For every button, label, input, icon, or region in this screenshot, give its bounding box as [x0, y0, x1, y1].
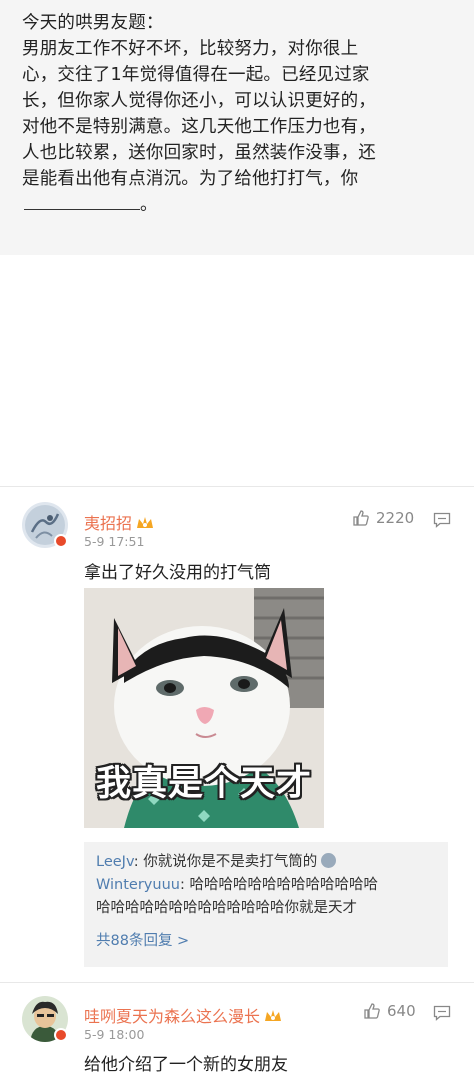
comment-text: 拿出了好久没用的打气筒 [84, 563, 271, 583]
reply-icon[interactable] [433, 512, 451, 528]
reply-item: Winteryuuu: 哈哈哈哈哈哈哈哈哈哈哈哈哈 [96, 874, 436, 897]
question-ending: 。 [140, 195, 158, 215]
like-count: 2220 [376, 509, 415, 527]
like-button[interactable]: 640 [363, 1002, 416, 1020]
question-line: 对他不是特别满意。这几天他工作压力也有， [22, 117, 376, 137]
reply-text: 你就说你是不是卖打气筒的 [143, 854, 318, 870]
reply-username[interactable]: Winteryuuu [96, 877, 180, 893]
divider [0, 486, 474, 487]
blank-space [0, 255, 474, 487]
reply-text-continued: 哈哈哈哈哈哈哈哈哈哈哈哈哈你就是天才 [96, 900, 357, 916]
meme-caption: 我真是个天才 [95, 764, 312, 804]
comment-username[interactable]: 哇咧夏天为森么这么漫长 [84, 1003, 282, 1027]
more-replies-link[interactable]: 共88条回复 > [96, 929, 436, 950]
question-line: 男朋友工作不好不坏，比较努力，对你很上 [22, 39, 359, 59]
reply-colon: : [133, 854, 144, 870]
comment-time: 5-9 18:00 [84, 1027, 145, 1042]
meme-image[interactable]: 我真是个天才 [84, 588, 324, 828]
reply-username[interactable]: LeeJv [96, 854, 134, 870]
like-count: 640 [387, 1002, 416, 1020]
username-text[interactable]: 哇咧夏天为森么这么漫长 [84, 1007, 260, 1026]
like-button[interactable]: 2220 [352, 509, 414, 527]
thumbs-up-icon [353, 510, 369, 526]
vip-crown-icon [265, 1010, 282, 1021]
reply-item: LeeJv: 你就说你是不是卖打气筒的 [96, 851, 436, 874]
reply-icon[interactable] [433, 1005, 451, 1021]
replies-box[interactable]: LeeJv: 你就说你是不是卖打气筒的 Winteryuuu: 哈哈哈哈哈哈哈哈… [84, 842, 448, 967]
verified-badge-icon [54, 1028, 68, 1042]
question-line: 长，但你家人觉得你还小，可以认识更好的， [22, 91, 376, 111]
question-blank-line: 。 [22, 192, 452, 218]
comment-username[interactable]: 夷招招 [84, 510, 154, 534]
comment-text: 给他介绍了一个新的女朋友 [84, 1055, 288, 1075]
answer-blank [24, 196, 140, 210]
reply-text: 哈哈哈哈哈哈哈哈哈哈哈哈哈 [189, 877, 378, 893]
thumbs-up-icon [364, 1003, 380, 1019]
divider [0, 982, 474, 983]
question-title: 今天的哄男友题： [22, 13, 164, 33]
question-line: 是能看出他有点消沉。为了给他打打气，你 [22, 169, 359, 189]
comment-time: 5-9 17:51 [84, 534, 145, 549]
verified-badge-icon [54, 534, 68, 548]
emoji-icon [321, 853, 337, 868]
question-card: 今天的哄男友题： 男朋友工作不好不坏，比较努力，对你很上 心，交往了1年觉得值得… [0, 0, 474, 255]
username-text[interactable]: 夷招招 [84, 514, 132, 533]
question-line: 心，交往了1年觉得值得在一起。已经见过家 [22, 65, 370, 85]
question-line: 人也比较累，送你回家时，虽然装作没事，还 [22, 143, 376, 163]
vip-crown-icon [137, 517, 154, 528]
